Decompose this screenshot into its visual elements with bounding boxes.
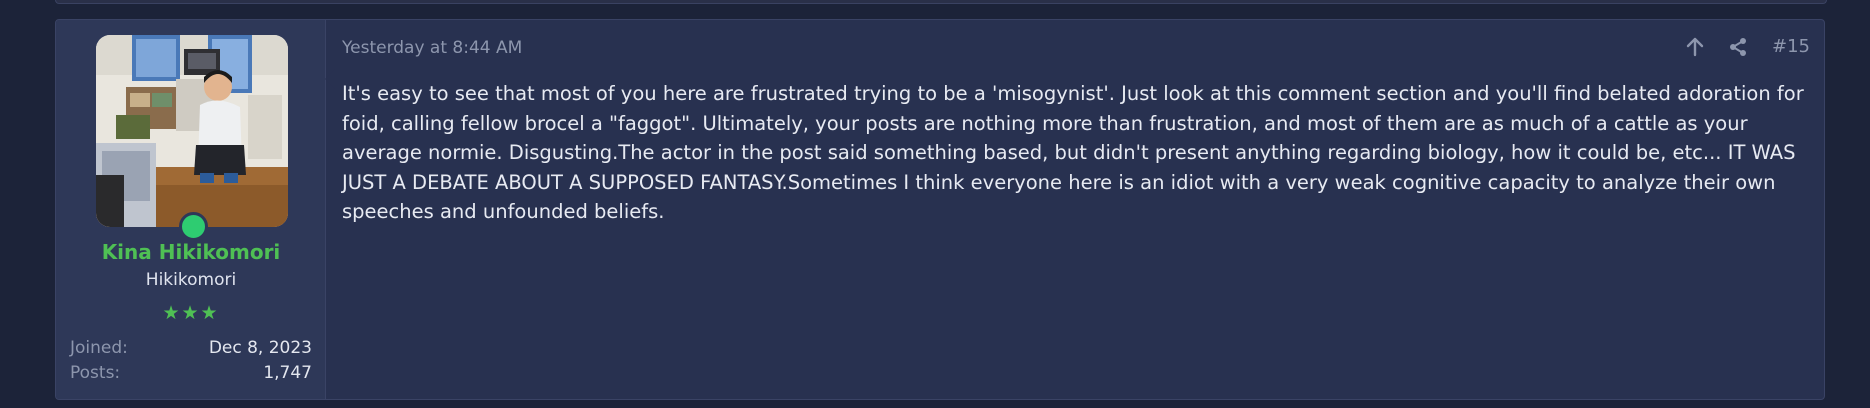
- username[interactable]: Kina Hikikomori: [56, 240, 326, 264]
- joined-value: Dec 8, 2023: [208, 338, 312, 358]
- user-info-panel: Kina Hikikomori Hikikomori ★★★ Joined: D…: [56, 20, 326, 399]
- forum-post: Kina Hikikomori Hikikomori ★★★ Joined: D…: [55, 19, 1825, 400]
- share-icon[interactable]: [1729, 37, 1747, 57]
- arrow-up-icon[interactable]: [1686, 37, 1704, 57]
- online-indicator-icon: [179, 212, 208, 241]
- post-message: It's easy to see that most of you here a…: [342, 82, 1804, 223]
- rank-stars: ★★★: [162, 302, 220, 324]
- posts-value[interactable]: 1,747: [263, 363, 312, 383]
- avatar[interactable]: [96, 35, 288, 227]
- previous-post-edge: [55, 0, 1827, 4]
- message-pointer: [325, 69, 335, 89]
- user-title: Hikikomori: [145, 270, 237, 290]
- joined-label: Joined:: [70, 338, 128, 358]
- post-actions: #15: [1666, 36, 1810, 60]
- post-timestamp[interactable]: Yesterday at 8:44 AM: [342, 38, 522, 58]
- avatar-photo: [96, 35, 288, 227]
- posts-label: Posts:: [70, 363, 121, 383]
- post-number-link[interactable]: #15: [1772, 36, 1810, 57]
